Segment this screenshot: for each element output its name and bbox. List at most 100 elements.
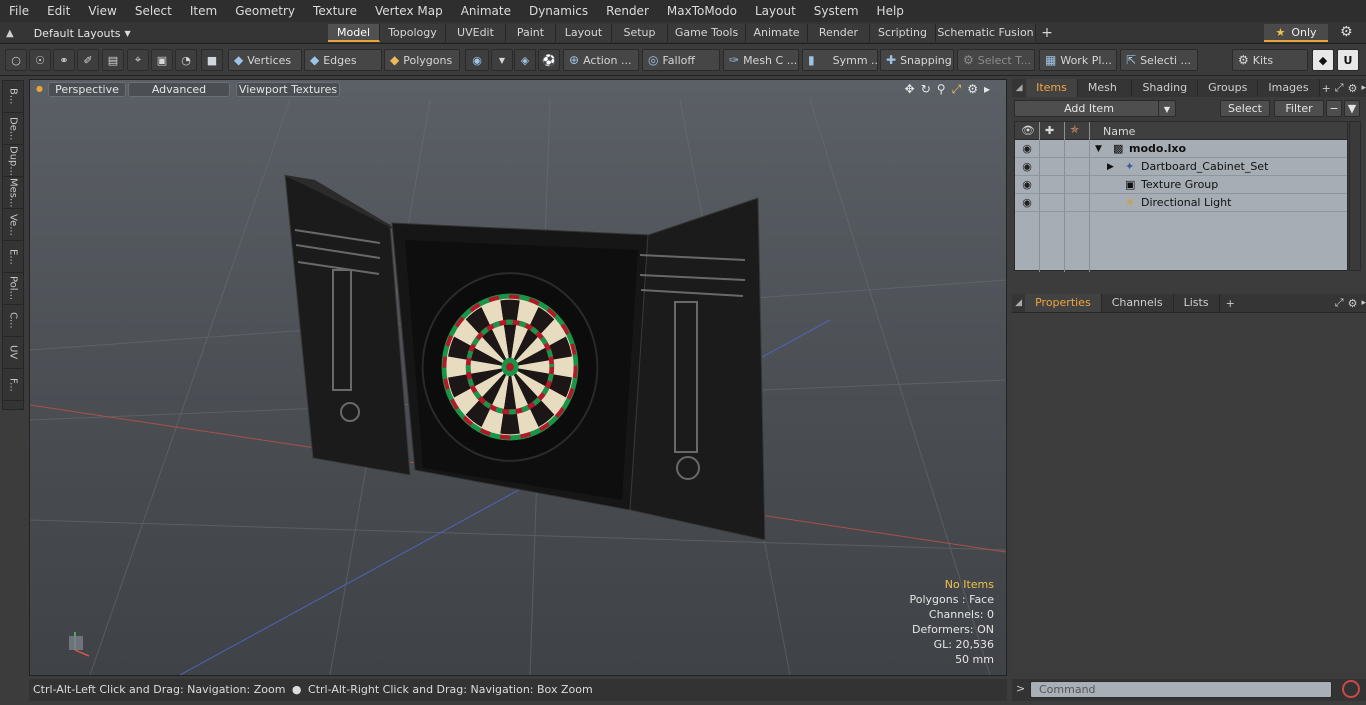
- layout-select[interactable]: ▲ Default Layouts ▼: [6, 22, 131, 44]
- type-column-icon[interactable]: ✯: [1070, 123, 1079, 136]
- left-tab-fusion[interactable]: F...: [3, 369, 23, 401]
- menu-item[interactable]: Item: [181, 0, 226, 22]
- gear-icon[interactable]: ⚙: [967, 82, 978, 97]
- add-tab-button[interactable]: +: [1036, 24, 1058, 42]
- expand-panel-icon[interactable]: ⤢: [1335, 81, 1344, 95]
- tab-uvedit[interactable]: UVEdit: [446, 24, 506, 42]
- menu-help[interactable]: Help: [868, 0, 913, 22]
- items-scrollbar[interactable]: [1349, 121, 1361, 271]
- tab-groups[interactable]: Groups: [1198, 79, 1259, 97]
- command-input[interactable]: Command: [1030, 681, 1332, 698]
- left-tab-duplicate[interactable]: Dup...: [3, 145, 23, 177]
- tab-channels[interactable]: Channels: [1102, 294, 1174, 312]
- menu-geometry[interactable]: Geometry: [226, 0, 304, 22]
- left-tab-edge[interactable]: E...: [3, 241, 23, 273]
- collapse-arrow-icon[interactable]: ▼: [1095, 140, 1102, 158]
- expand-arrow-icon[interactable]: ▶: [1107, 158, 1114, 176]
- add-panel-tab-icon[interactable]: +: [1226, 297, 1235, 310]
- panel-arrow-icon[interactable]: ▸: [1361, 298, 1366, 308]
- falloff-button[interactable]: ◎ Falloff: [642, 49, 720, 71]
- move-icon[interactable]: ✥: [905, 82, 915, 97]
- viewport-dot-icon[interactable]: ●: [36, 84, 43, 93]
- tab-properties[interactable]: Properties: [1025, 294, 1102, 312]
- mode-dropdown-button[interactable]: ▼: [491, 49, 513, 71]
- add-panel-tab-icon[interactable]: +: [1322, 82, 1331, 95]
- panel-arrow-icon[interactable]: ▸: [1361, 83, 1366, 93]
- unreal-button[interactable]: U: [1337, 49, 1359, 71]
- funnel-button[interactable]: ▼: [1344, 100, 1360, 117]
- unity-button[interactable]: ◆: [1312, 49, 1334, 71]
- tab-animate[interactable]: Animate: [746, 24, 808, 42]
- menu-render[interactable]: Render: [597, 0, 658, 22]
- symmetry-toggle-button[interactable]: ◈: [514, 49, 536, 71]
- kits-button[interactable]: ⚙ Kits: [1232, 49, 1308, 71]
- menu-edit[interactable]: Edit: [38, 0, 79, 22]
- snapping-button[interactable]: ✚ Snapping: [880, 49, 954, 71]
- lock-column-icon[interactable]: ✚: [1045, 124, 1054, 137]
- record-icon[interactable]: [1342, 680, 1360, 698]
- 3d-viewport[interactable]: ● Perspective Advanced Viewport Textures…: [29, 79, 1007, 676]
- menu-dynamics[interactable]: Dynamics: [520, 0, 597, 22]
- gear-icon[interactable]: ⚙: [1340, 24, 1353, 40]
- menu-vertex-map[interactable]: Vertex Map: [366, 0, 452, 22]
- tab-game-tools[interactable]: Game Tools: [668, 24, 746, 42]
- vertices-button[interactable]: ◆ Vertices: [228, 49, 302, 71]
- tab-model[interactable]: Model: [328, 24, 380, 42]
- list-item[interactable]: ◉ ▶ ✦ Dartboard_Cabinet_Set: [1015, 158, 1347, 176]
- filter-button[interactable]: Filter: [1274, 100, 1324, 117]
- left-tab-curve[interactable]: C...: [3, 305, 23, 337]
- eye-icon[interactable]: ◉: [1018, 176, 1036, 194]
- menu-view[interactable]: View: [79, 0, 125, 22]
- tab-scripting[interactable]: Scripting: [870, 24, 936, 42]
- menu-texture[interactable]: Texture: [304, 0, 366, 22]
- menu-layout[interactable]: Layout: [746, 0, 805, 22]
- add-item-button[interactable]: Add Item: [1014, 100, 1164, 117]
- eye-icon[interactable]: ◉: [1018, 194, 1036, 212]
- list-item[interactable]: ◉ ▣ Texture Group: [1015, 176, 1347, 194]
- eye-icon[interactable]: ◉: [1018, 140, 1036, 158]
- rotate-icon[interactable]: ↻: [921, 82, 931, 97]
- left-tab-polygon[interactable]: Pol...: [3, 273, 23, 305]
- fit-icon[interactable]: ⤢: [952, 82, 962, 97]
- panel-corner-icon[interactable]: ◢: [1012, 83, 1026, 93]
- tab-layout[interactable]: Layout: [556, 24, 612, 42]
- tab-paint[interactable]: Paint: [506, 24, 556, 42]
- zoom-icon[interactable]: ⚲: [937, 82, 946, 97]
- tab-lists[interactable]: Lists: [1174, 294, 1220, 312]
- align-button[interactable]: ▤: [102, 49, 124, 71]
- tab-render[interactable]: Render: [808, 24, 870, 42]
- eye-icon[interactable]: ◉: [1018, 158, 1036, 176]
- gear-icon[interactable]: ⚙: [1348, 82, 1358, 95]
- tab-items[interactable]: Items: [1026, 79, 1078, 97]
- lasso-button[interactable]: ⚭: [53, 49, 75, 71]
- left-tab-mesh-edit[interactable]: Mes...: [3, 177, 23, 209]
- menu-select[interactable]: Select: [126, 0, 181, 22]
- polygons-button[interactable]: ◆ Polygons: [384, 49, 460, 71]
- menu-maxtomodo[interactable]: MaxToModo: [658, 0, 746, 22]
- tab-mesh[interactable]: Mesh ...: [1078, 79, 1133, 112]
- tab-schematic-fusion[interactable]: Schematic Fusion: [936, 24, 1036, 42]
- collapse-button[interactable]: −: [1326, 100, 1342, 117]
- item-mode-button[interactable]: ■: [201, 49, 223, 71]
- globe-button[interactable]: ☉: [29, 49, 51, 71]
- tab-shading[interactable]: Shading: [1132, 79, 1199, 97]
- visibility-column-icon[interactable]: 👁: [1021, 124, 1035, 137]
- select-button[interactable]: Select: [1220, 100, 1270, 117]
- tab-setup[interactable]: Setup: [612, 24, 668, 42]
- center-button[interactable]: ⌖: [127, 49, 149, 71]
- mesh-constraint-button[interactable]: ✑ Mesh C ...: [723, 49, 799, 71]
- gear-icon[interactable]: ⚙: [1348, 297, 1358, 310]
- perspective-button[interactable]: Perspective: [48, 82, 126, 97]
- list-item[interactable]: ◉ ☀ Directional Light: [1015, 194, 1347, 212]
- tab-topology[interactable]: Topology: [380, 24, 446, 42]
- advanced-button[interactable]: Advanced: [128, 82, 230, 97]
- viewport-textures-button[interactable]: Viewport Textures: [236, 82, 340, 97]
- left-tab-uv[interactable]: UV: [3, 337, 23, 369]
- only-button[interactable]: ★ Only: [1264, 24, 1328, 42]
- list-item[interactable]: ◉ ▼ ▩ modo.lxo: [1015, 140, 1347, 158]
- name-column-header[interactable]: Name: [1103, 125, 1135, 138]
- expand-panel-icon[interactable]: ⤢: [1335, 296, 1344, 310]
- menu-system[interactable]: System: [805, 0, 868, 22]
- selection-sets-button[interactable]: ⇱ Selecti ...: [1120, 49, 1198, 71]
- panel-corner-icon[interactable]: ◢: [1012, 298, 1025, 308]
